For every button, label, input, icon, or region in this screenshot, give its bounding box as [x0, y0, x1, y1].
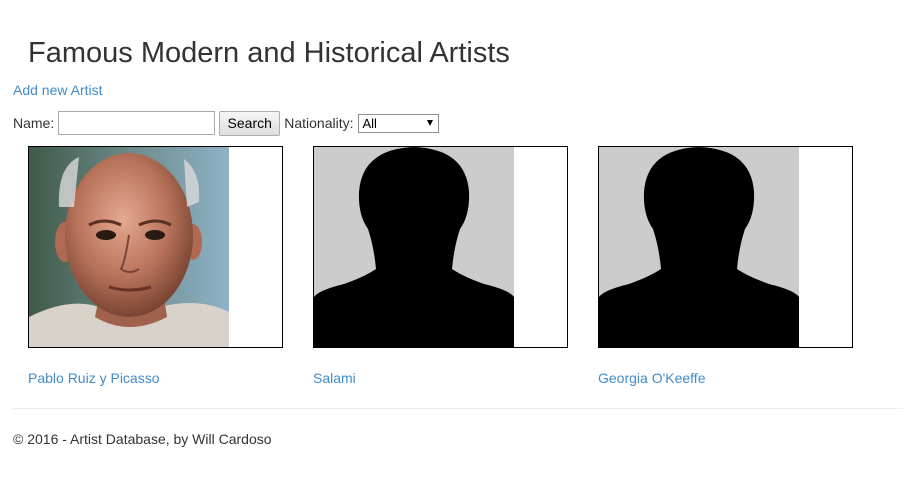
name-label: Name:: [13, 115, 55, 131]
page-title: Famous Modern and Historical Artists: [28, 37, 510, 69]
search-form: Name: Search Nationality: All: [13, 110, 439, 136]
name-input[interactable]: [58, 111, 216, 135]
footer-text: © 2016 - Artist Database, by Will Cardos…: [13, 431, 272, 447]
artist-card[interactable]: [28, 146, 283, 348]
artist-card[interactable]: [598, 146, 853, 348]
artist-name-link[interactable]: Salami: [313, 370, 356, 387]
nationality-selected-value: All: [362, 115, 377, 131]
silhouette-placeholder-photo[interactable]: [314, 147, 514, 347]
dropdown-arrow-icon: [426, 119, 433, 126]
artist-card[interactable]: [313, 146, 568, 348]
search-button[interactable]: Search: [219, 110, 281, 136]
add-artist-link[interactable]: Add new Artist: [13, 82, 103, 99]
artist-portrait-photo[interactable]: [29, 147, 229, 347]
nationality-select[interactable]: All: [357, 113, 439, 133]
footer-divider: [13, 408, 903, 409]
artist-name-link[interactable]: Pablo Ruiz y Picasso: [28, 370, 160, 387]
nationality-label: Nationality:: [284, 115, 354, 131]
artist-name-link[interactable]: Georgia O'Keeffe: [598, 370, 705, 387]
silhouette-placeholder-photo[interactable]: [599, 147, 799, 347]
